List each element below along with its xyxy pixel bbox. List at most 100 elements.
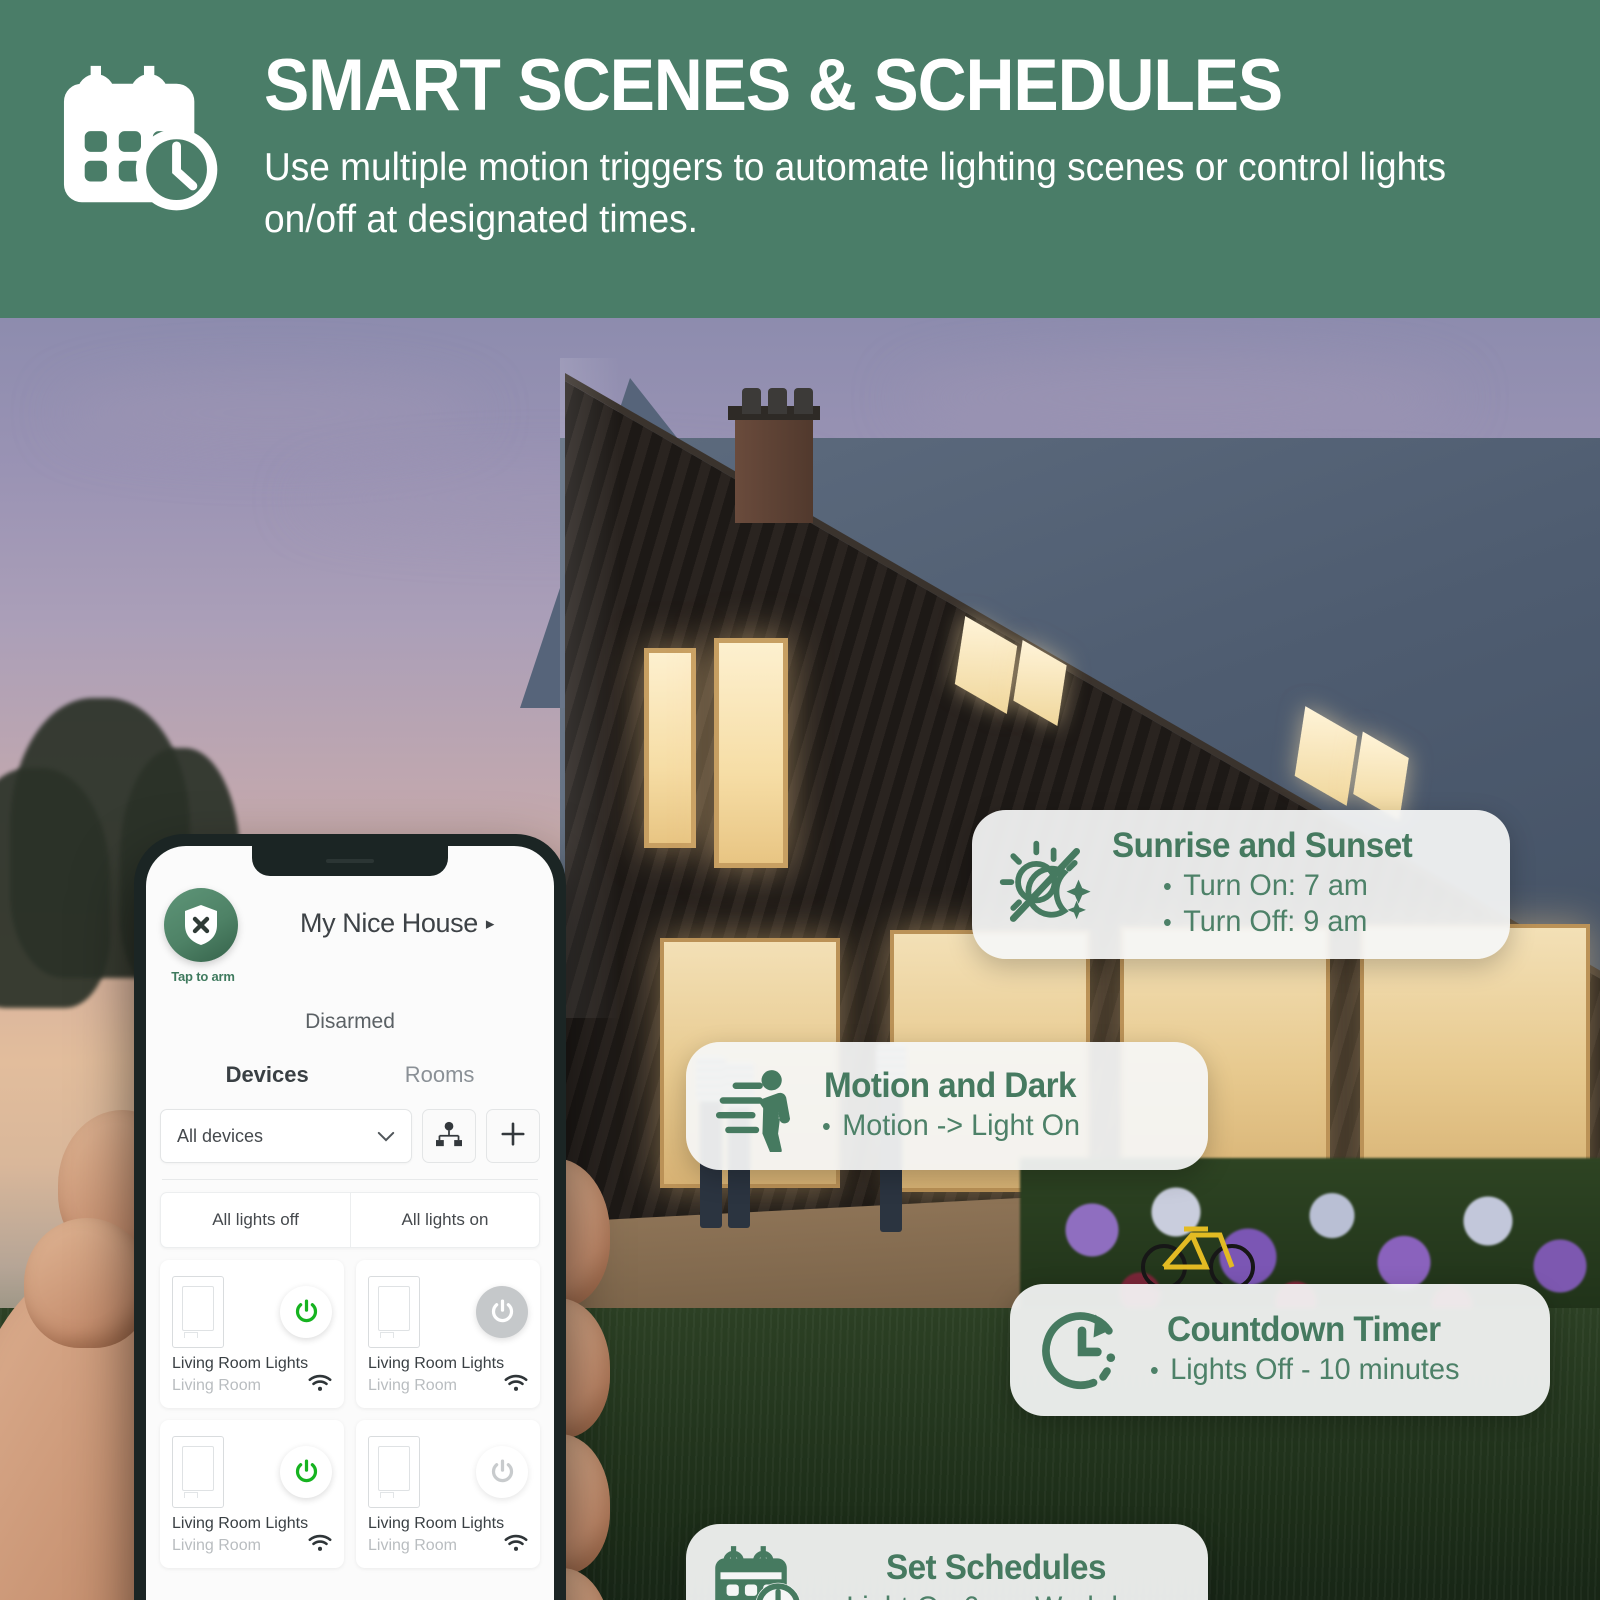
device-name: Living Room Lights xyxy=(172,1515,309,1532)
app-content: Tap to arm My Nice House ▸ Disarmed Devi… xyxy=(146,846,554,1600)
callout-line: • Light On 6 pm Workdays xyxy=(826,1590,1163,1600)
wifi-icon xyxy=(504,1534,528,1557)
house-name-selector[interactable]: My Nice House ▸ xyxy=(258,888,536,939)
quick-actions-row: All lights off All lights on xyxy=(160,1192,540,1248)
device-card-top xyxy=(368,1432,528,1511)
cloud xyxy=(900,358,1460,438)
plus-icon xyxy=(500,1121,526,1152)
wifi-icon xyxy=(308,1374,332,1397)
device-name: Living Room Lights xyxy=(172,1355,309,1372)
callout-title: Set Schedules xyxy=(885,1547,1106,1587)
callout-sunrise-and-sunset: Sunrise and Sunset • Turn On: 7 am • Tur… xyxy=(972,810,1510,959)
callout-line: • Motion -> Light On xyxy=(822,1108,1080,1145)
lit-window xyxy=(714,638,788,868)
power-toggle-button[interactable] xyxy=(280,1445,332,1498)
calendar-clock-icon xyxy=(710,1542,806,1600)
arm-control[interactable]: Tap to arm xyxy=(164,888,242,984)
device-filter-select[interactable]: All devices xyxy=(160,1109,412,1163)
chevron-down-icon xyxy=(377,1126,395,1147)
all-lights-off-button[interactable]: All lights off xyxy=(161,1193,350,1247)
device-name: Living Room Lights xyxy=(368,1515,505,1532)
all-lights-on-button[interactable]: All lights on xyxy=(350,1193,539,1247)
page-subtitle: Use multiple motion triggers to automate… xyxy=(264,145,1447,242)
bicycle xyxy=(1140,1213,1260,1291)
callout-line-text: Light On 6 pm Workdays xyxy=(846,1590,1162,1600)
device-name: Living Room Lights xyxy=(368,1355,505,1372)
light-switch-icon xyxy=(172,1275,224,1348)
callout-line: • Lights Off - 10 minutes xyxy=(1150,1352,1459,1389)
callout-text-block: Countdown Timer • Lights Off - 10 minute… xyxy=(1150,1309,1472,1389)
header-banner: SMART SCENES & SCHEDULES Use multiple mo… xyxy=(0,0,1600,318)
roof-edge-highlight xyxy=(560,358,620,1018)
power-toggle-button[interactable] xyxy=(476,1285,528,1338)
tab-bar: Devices Rooms xyxy=(160,1062,540,1091)
callout-lines: • Motion -> Light On xyxy=(822,1108,1091,1145)
callout-lines: • Lights Off - 10 minutes xyxy=(1150,1352,1472,1389)
callout-line: • Turn On: 7 am xyxy=(1163,868,1368,905)
callout-lines: • Turn On: 7 am • Turn Off: 9 am xyxy=(1163,868,1376,941)
group-devices-button[interactable] xyxy=(422,1109,476,1163)
phone-notch xyxy=(252,846,448,876)
tab-rooms[interactable]: Rooms xyxy=(405,1062,475,1091)
device-card[interactable]: Living Room Lights Living Room xyxy=(356,1260,540,1408)
device-card[interactable]: Living Room Lights Living Room xyxy=(160,1420,344,1568)
bullet-icon: • xyxy=(1150,1354,1159,1385)
page-title: SMART SCENES & SCHEDULES xyxy=(264,45,1283,126)
callout-text-block: Sunrise and Sunset • Turn On: 7 am • Tur… xyxy=(1112,826,1428,941)
house-name-label: My Nice House xyxy=(300,908,478,938)
callout-line-text: Lights Off - 10 minutes xyxy=(1170,1352,1460,1386)
callout-countdown-timer: Countdown Timer • Lights Off - 10 minute… xyxy=(1010,1284,1550,1416)
wifi-icon xyxy=(308,1534,332,1557)
power-toggle-button[interactable] xyxy=(476,1445,528,1498)
device-card-top xyxy=(172,1432,332,1511)
callout-title: Countdown Timer xyxy=(1167,1309,1441,1349)
callout-text-block: Set Schedules • Light On 6 pm Workdays xyxy=(826,1547,1177,1600)
device-card-bottom: Living Room xyxy=(172,1534,332,1557)
countdown-clock-icon xyxy=(1034,1302,1130,1398)
device-card-bottom: Living Room xyxy=(368,1374,528,1397)
device-filter-value: All devices xyxy=(177,1125,264,1146)
status-badge: Disarmed xyxy=(305,1010,395,1033)
shield-x-icon[interactable] xyxy=(164,888,238,962)
device-card[interactable]: Living Room Lights Living Room xyxy=(356,1420,540,1568)
callout-motion-and-dark: Motion and Dark • Motion -> Light On xyxy=(686,1042,1208,1170)
header-text-block: SMART SCENES & SCHEDULES Use multiple mo… xyxy=(264,46,1540,247)
device-card-bottom: Living Room xyxy=(368,1534,528,1557)
callout-set-schedules: Set Schedules • Light On 6 pm Workdays xyxy=(686,1524,1208,1600)
callout-title: Sunrise and Sunset xyxy=(1112,826,1413,865)
filter-row: All devices xyxy=(160,1109,540,1163)
sun-moon-icon xyxy=(996,836,1092,932)
tab-devices[interactable]: Devices xyxy=(226,1062,309,1091)
bullet-icon: • xyxy=(822,1110,831,1141)
bullet-icon: • xyxy=(1163,870,1173,901)
chevron-right-icon: ▸ xyxy=(485,913,495,933)
chimney-pipe xyxy=(794,388,813,414)
glass-door xyxy=(1360,924,1590,1196)
calendar-clock-icon xyxy=(52,60,230,220)
device-card-top xyxy=(172,1272,332,1351)
group-devices-icon xyxy=(435,1121,463,1152)
callout-title: Motion and Dark xyxy=(823,1065,1076,1105)
chimney xyxy=(735,413,813,523)
smartphone-device: Tap to arm My Nice House ▸ Disarmed Devi… xyxy=(134,834,566,1600)
speaker-grille xyxy=(326,859,374,863)
cloud xyxy=(60,378,480,448)
chimney-pipe xyxy=(742,388,761,414)
callout-text-block: Motion and Dark • Motion -> Light On xyxy=(822,1065,1091,1145)
device-room: Living Room xyxy=(368,1536,457,1554)
tap-to-arm-label: Tap to arm xyxy=(171,969,235,984)
device-card[interactable]: Living Room Lights Living Room xyxy=(160,1260,344,1408)
power-toggle-button[interactable] xyxy=(280,1285,332,1338)
chimney-pipe xyxy=(768,388,787,414)
device-room: Living Room xyxy=(172,1536,261,1554)
phone-screen: Tap to arm My Nice House ▸ Disarmed Devi… xyxy=(146,846,554,1600)
device-card-top xyxy=(368,1272,528,1351)
bullet-icon: • xyxy=(826,1595,835,1600)
walking-person-icon xyxy=(710,1060,802,1152)
device-room: Living Room xyxy=(172,1376,261,1394)
callout-line: • Turn Off: 9 am xyxy=(1163,904,1368,941)
light-switch-icon xyxy=(368,1275,420,1348)
add-device-button[interactable] xyxy=(486,1109,540,1163)
light-switch-icon xyxy=(172,1435,224,1508)
bullet-icon: • xyxy=(1163,907,1173,938)
